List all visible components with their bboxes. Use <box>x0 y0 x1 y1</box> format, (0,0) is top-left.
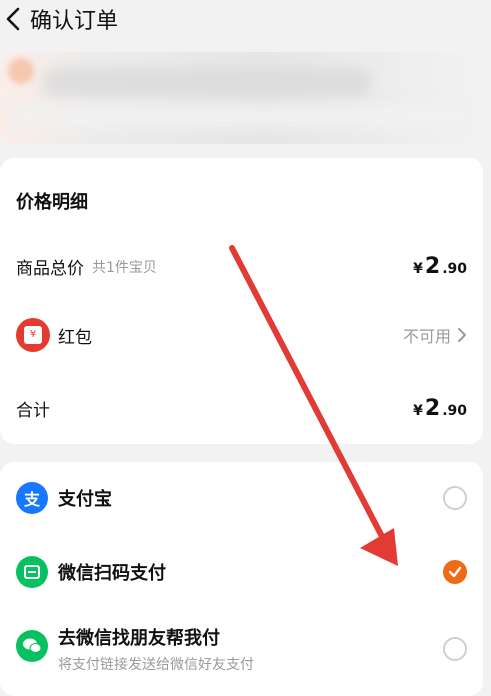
scan-icon <box>24 565 40 579</box>
payment-method-card: 支 支付宝 微信扫码支付 去微信找朋友帮我付 将支付链接发送给微信好友支付 <box>0 462 483 696</box>
hongbao-label: 红包 <box>58 327 92 348</box>
back-button[interactable] <box>0 4 26 34</box>
alipay-icon: 支 <box>16 482 48 514</box>
goods-total-label: 商品总价 <box>16 259 84 279</box>
chat-bubbles-icon <box>23 638 42 653</box>
price-decimal: .90 <box>442 403 467 419</box>
radio-alipay[interactable] <box>443 486 467 510</box>
price-integer: 2 <box>424 396 441 421</box>
payment-option-alipay[interactable]: 支 支付宝 <box>16 482 467 514</box>
goods-total-row: 商品总价 共1件宝贝 ¥ 2 .90 <box>16 254 467 279</box>
price-detail-card: 价格明细 商品总价 共1件宝贝 ¥ 2 .90 ¥ 红包 不可用 合计 ¥ 2 … <box>0 158 483 444</box>
total-price: ¥ 2 .90 <box>413 396 467 421</box>
blurred-address-card <box>0 52 483 144</box>
goods-total-price: ¥ 2 .90 <box>413 254 467 279</box>
payment-option-wechat-friend[interactable]: 去微信找朋友帮我付 将支付链接发送给微信好友支付 <box>16 624 467 674</box>
price-decimal: .90 <box>442 261 467 277</box>
radio-wechat-friend[interactable] <box>443 637 467 661</box>
hongbao-status: 不可用 <box>402 327 451 346</box>
checkmark-icon <box>448 566 462 578</box>
goods-count: 共1件宝贝 <box>92 259 157 276</box>
chevron-right-icon <box>458 328 466 342</box>
currency-symbol: ¥ <box>413 261 423 277</box>
radio-wechat-scan[interactable] <box>443 560 467 584</box>
wechat-icon <box>16 630 48 662</box>
total-label: 合计 <box>16 401 50 421</box>
chevron-left-icon <box>6 7 20 31</box>
wechat-friend-sub: 将支付链接发送给微信好友支付 <box>58 657 254 673</box>
currency-symbol: ¥ <box>413 403 423 419</box>
red-envelope-icon: ¥ <box>16 318 50 352</box>
wechat-friend-label: 去微信找朋友帮我付 <box>58 628 220 649</box>
blurred-text <box>8 106 468 128</box>
blurred-image <box>8 58 34 84</box>
wechat-scan-label: 微信扫码支付 <box>58 563 166 584</box>
top-bar: 确认订单 <box>0 0 491 38</box>
hongbao-row[interactable]: ¥ 红包 不可用 <box>16 318 467 352</box>
alipay-label: 支付宝 <box>58 489 112 510</box>
page-title: 确认订单 <box>30 9 119 34</box>
total-row: 合计 ¥ 2 .90 <box>16 396 467 421</box>
section-title: 价格明细 <box>16 192 88 213</box>
wechat-pay-icon <box>16 556 48 588</box>
blurred-text <box>42 68 372 96</box>
payment-option-wechat-scan[interactable]: 微信扫码支付 <box>16 556 467 588</box>
price-integer: 2 <box>424 254 441 279</box>
